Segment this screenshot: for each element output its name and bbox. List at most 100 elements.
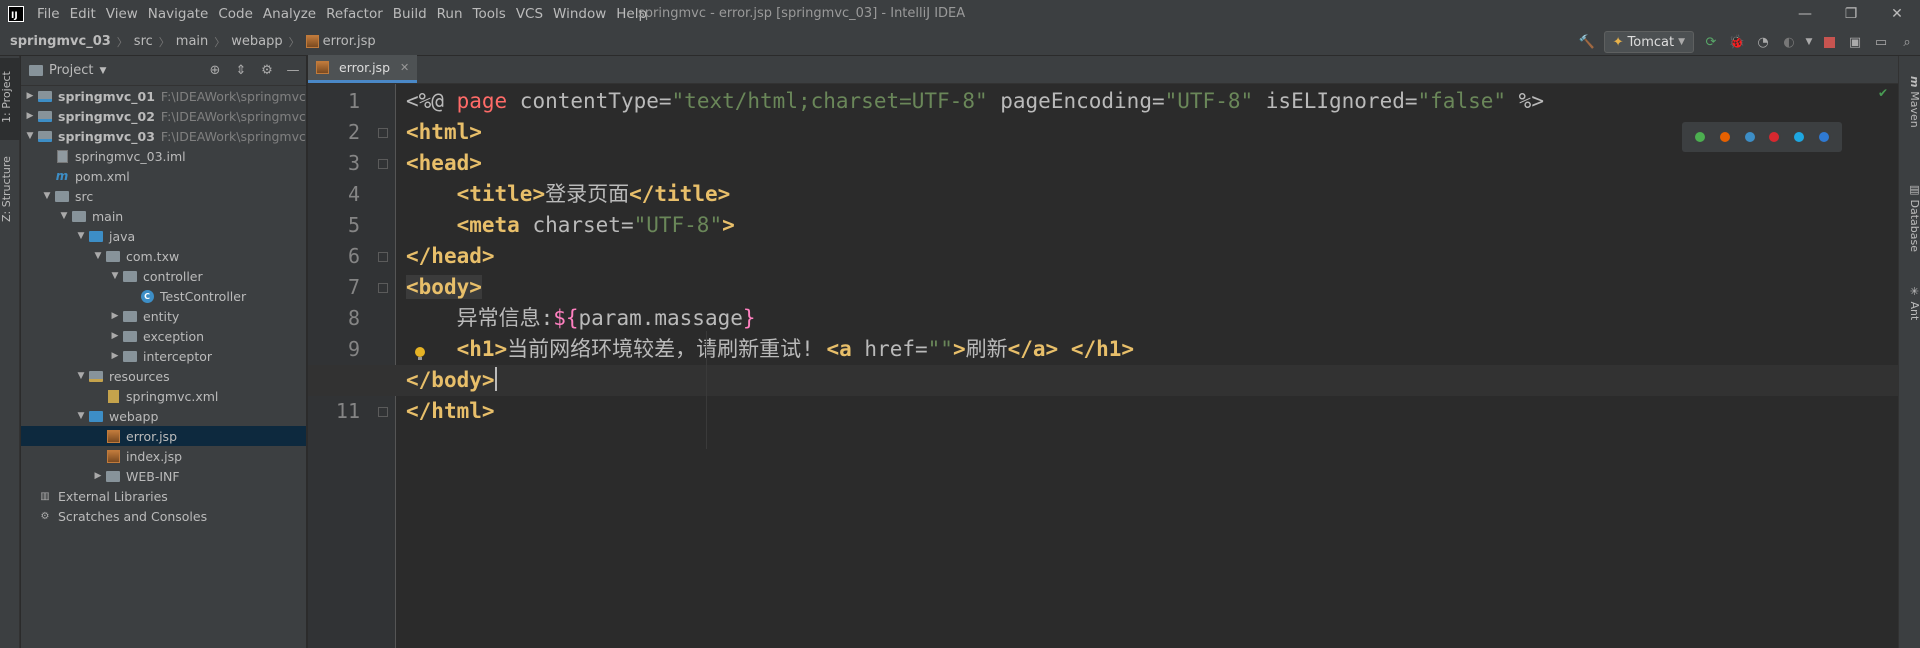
code-editor[interactable]: <%@ page contentType="text/html;charset=… [308, 84, 1898, 648]
more-run-chevron-icon[interactable]: ▼ [1802, 29, 1816, 55]
collapse-arrow-icon[interactable]: ▶ [23, 111, 37, 121]
build-hammer-icon[interactable]: 🔨 [1574, 29, 1600, 55]
tree-item-com-txw[interactable]: ▼ com.txw [21, 246, 306, 266]
profile-icon[interactable]: ◐ [1776, 29, 1802, 55]
tree-item-springmvc-03[interactable]: ▼ springmvc_03 F:\IDEAWork\springmvc\sprin… [21, 126, 306, 146]
menu-item-run[interactable]: Run [432, 6, 468, 22]
tree-item-web-inf[interactable]: ▶ WEB-INF [21, 466, 306, 486]
line-number[interactable]: 2 [308, 117, 360, 148]
line-number[interactable]: 8 [308, 303, 360, 334]
tree-item-springmvc-01[interactable]: ▶ springmvc_01 F:\IDEAWork\springmvc\sprin… [21, 86, 306, 106]
stop-icon[interactable] [1816, 29, 1842, 55]
expand-arrow-icon[interactable]: ▼ [23, 131, 37, 141]
line-number[interactable]: 6 [308, 241, 360, 272]
code-line[interactable]: <%@ page contentType="text/html;charset=… [406, 86, 1544, 117]
expand-arrow-icon[interactable]: ▼ [108, 271, 122, 281]
tree-item-webapp[interactable]: ▼ webapp [21, 406, 306, 426]
tree-item-pom-xml[interactable]: m pom.xml [21, 166, 306, 186]
expand-arrow-icon[interactable]: ▼ [91, 251, 105, 261]
breadcrumb-webapp[interactable]: webapp [231, 34, 282, 49]
menu-item-navigate[interactable]: Navigate [143, 6, 214, 22]
tab-error-jsp[interactable]: error.jsp ✕ [308, 55, 418, 83]
edge-icon[interactable] [1816, 130, 1831, 144]
run-configuration-select[interactable]: ✦ Tomcat ▼ [1603, 31, 1694, 53]
line-number[interactable]: 7 [308, 272, 360, 303]
code-line[interactable]: <h1>当前网络环境较差，请刷新重试! <a href="">刷新</a> </… [406, 334, 1135, 365]
tree-item-src[interactable]: ▼ src [21, 186, 306, 206]
line-number[interactable]: 11 [308, 396, 360, 427]
close-button[interactable]: ✕ [1874, 0, 1920, 28]
menu-item-vcs[interactable]: VCS [511, 6, 548, 22]
chevron-down-icon[interactable]: ▼ [99, 66, 106, 76]
structure-tool-tab[interactable]: Z: Structure [0, 144, 20, 234]
collapse-arrow-icon[interactable]: ▶ [108, 351, 122, 361]
fold-marker-icon[interactable] [378, 159, 388, 169]
breadcrumb-src[interactable]: src [134, 34, 153, 49]
expand-arrow-icon[interactable]: ▼ [74, 231, 88, 241]
expand-arrow-icon[interactable]: ▼ [74, 371, 88, 381]
tree-item-external-libraries[interactable]: ▥ External Libraries [21, 486, 306, 506]
code-line[interactable]: </body> [406, 365, 497, 396]
line-number[interactable]: 1 [308, 86, 360, 117]
ie-icon[interactable] [1791, 130, 1806, 144]
collapse-all-icon[interactable]: ⇕ [228, 63, 254, 78]
hide-icon[interactable]: — [280, 63, 306, 78]
collapse-arrow-icon[interactable]: ▶ [108, 311, 122, 321]
collapse-arrow-icon[interactable]: ▶ [108, 331, 122, 341]
coverage-icon[interactable]: ◔ [1750, 29, 1776, 55]
opera-icon[interactable] [1767, 130, 1782, 144]
tree-item-testcontroller[interactable]: C TestController [21, 286, 306, 306]
minimize-button[interactable]: — [1782, 0, 1828, 28]
close-tab-icon[interactable]: ✕ [400, 61, 409, 74]
safari-icon[interactable] [1742, 130, 1757, 144]
database-tool-tab[interactable]: ▤ Database [1899, 172, 1920, 262]
menu-item-analyze[interactable]: Analyze [258, 6, 321, 22]
collapse-arrow-icon[interactable]: ▶ [91, 471, 105, 481]
debug-icon[interactable]: 🐞 [1724, 29, 1750, 55]
code-line[interactable]: <title>登录页面</title> [406, 179, 731, 210]
rerun-icon[interactable]: ⟳ [1698, 29, 1724, 55]
lightbulb-icon[interactable] [414, 346, 426, 362]
tree-item-springmvc-03-iml[interactable]: springmvc_03.iml [21, 146, 306, 166]
code-line[interactable]: <meta charset="UTF-8"> [406, 210, 735, 241]
line-number[interactable]: 9 [308, 334, 360, 365]
menu-item-build[interactable]: Build [388, 6, 432, 22]
menu-item-tools[interactable]: Tools [468, 6, 511, 22]
tree-item-error-jsp[interactable]: error.jsp [21, 426, 306, 446]
code-line[interactable]: 异常信息:${param.massage} [406, 303, 756, 334]
breadcrumb-file[interactable]: error.jsp [323, 34, 376, 49]
tree-item-index-jsp[interactable]: index.jsp [21, 446, 306, 466]
code-line[interactable]: <html> [406, 117, 482, 148]
restore-button[interactable]: ❐ [1828, 0, 1874, 28]
ant-tool-tab[interactable]: ✳ Ant [1899, 278, 1920, 328]
line-number[interactable]: 3 [308, 148, 360, 179]
firefox-icon[interactable] [1717, 130, 1732, 144]
expand-arrow-icon[interactable]: ▼ [74, 411, 88, 421]
project-view-selector[interactable]: Project [49, 63, 93, 78]
expand-arrow-icon[interactable]: ▼ [57, 211, 71, 221]
line-number[interactable]: 5 [308, 210, 360, 241]
fold-marker-icon[interactable] [378, 283, 388, 293]
gear-icon[interactable]: ⚙ [254, 63, 280, 78]
menu-item-window[interactable]: Window [548, 6, 611, 22]
menu-item-code[interactable]: Code [213, 6, 258, 22]
code-line[interactable]: <head> [406, 148, 482, 179]
breadcrumb-main[interactable]: main [176, 34, 208, 49]
tree-item-springmvc-02[interactable]: ▶ springmvc_02 F:\IDEAWork\springmvc\sprin… [21, 106, 306, 126]
menu-item-view[interactable]: View [101, 6, 143, 22]
menu-item-edit[interactable]: Edit [65, 6, 101, 22]
menu-item-refactor[interactable]: Refactor [321, 6, 388, 22]
search-icon[interactable]: ⌕ [1894, 29, 1920, 55]
tree-item-controller[interactable]: ▼ controller [21, 266, 306, 286]
tree-item-java[interactable]: ▼ java [21, 226, 306, 246]
line-number[interactable]: 4 [308, 179, 360, 210]
code-line[interactable]: </html> [406, 396, 495, 427]
collapse-arrow-icon[interactable]: ▶ [23, 91, 37, 101]
chrome-icon[interactable] [1693, 130, 1708, 144]
fold-marker-icon[interactable] [378, 128, 388, 138]
inspection-ok-icon[interactable]: ✔ [1878, 86, 1888, 100]
code-line[interactable]: </head> [406, 241, 495, 272]
tree-item-exception[interactable]: ▶ exception [21, 326, 306, 346]
fold-marker-icon[interactable] [378, 407, 388, 417]
tree-item-scratches-and-consoles[interactable]: ⚙ Scratches and Consoles [21, 506, 306, 526]
